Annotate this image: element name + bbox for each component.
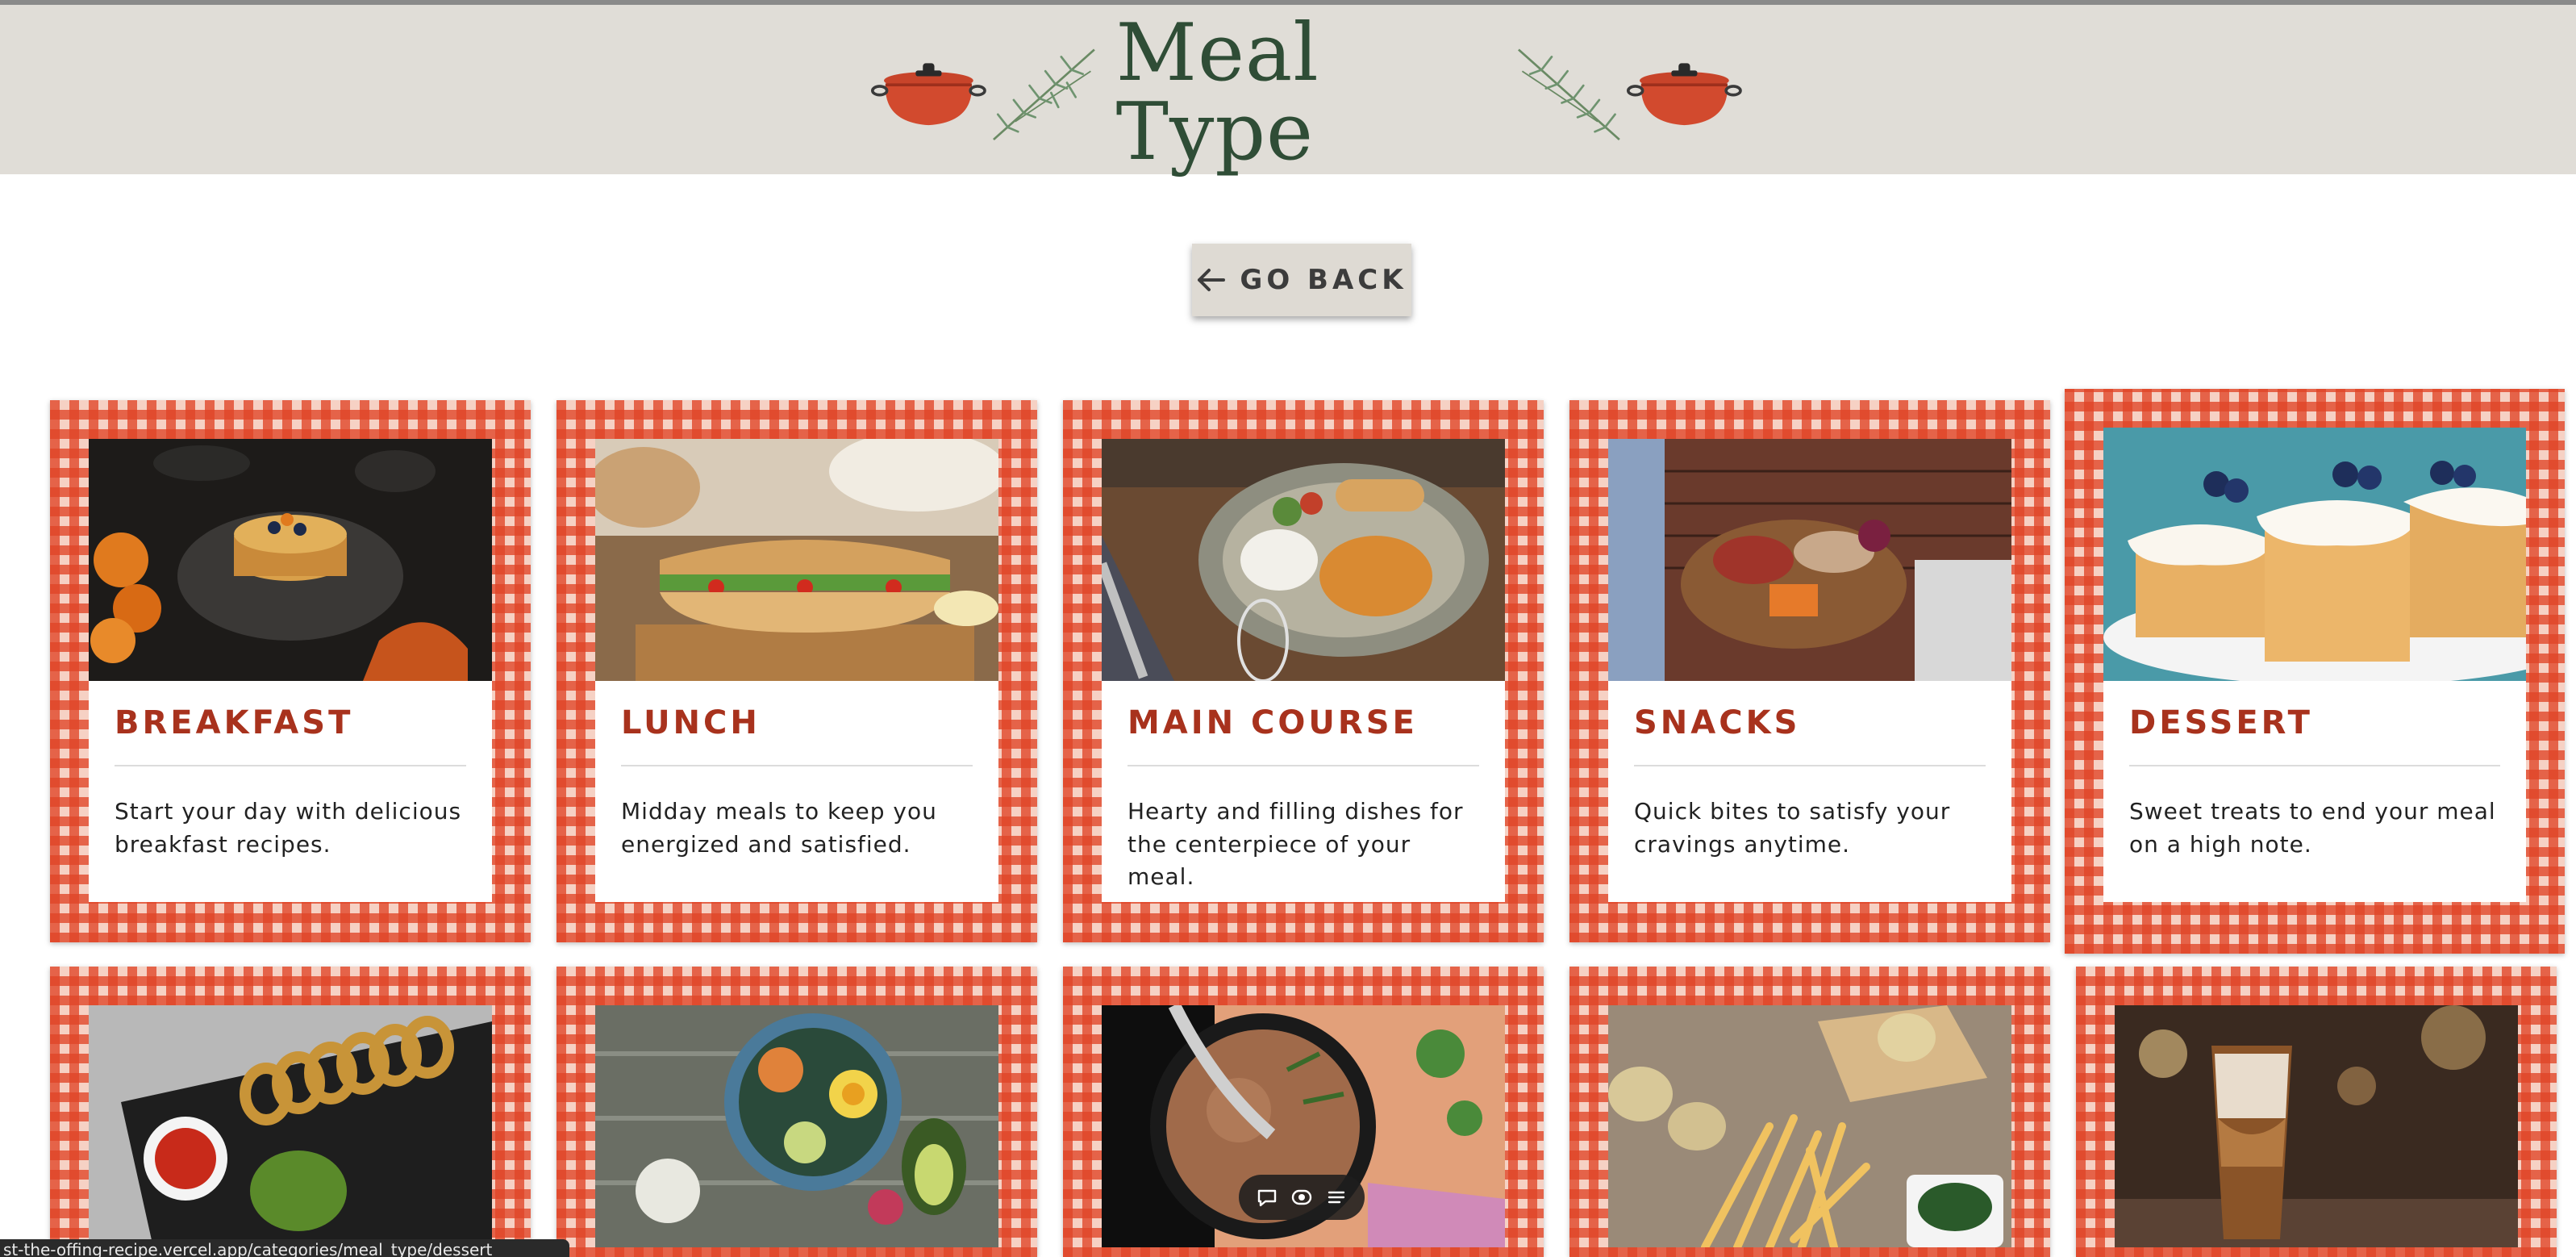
- divider: [115, 765, 466, 766]
- card-content: [2115, 1005, 2518, 1247]
- card-content: MAIN COURSE Hearty and filling dishes fo…: [1102, 439, 1505, 902]
- category-card[interactable]: [1569, 967, 2050, 1257]
- card-title: DESSERT: [2129, 704, 2313, 741]
- charcuterie-photo: [1608, 439, 2011, 681]
- go-back-button[interactable]: GO BACK: [1192, 244, 1411, 316]
- image-toolbar: [1239, 1175, 1365, 1220]
- pancakes-photo: [89, 439, 492, 681]
- category-card-snacks[interactable]: SNACKS Quick bites to satisfy your cravi…: [1569, 400, 2050, 942]
- page-title: Meal Type: [1115, 7, 1319, 178]
- category-card-lunch[interactable]: LUNCH Midday meals to keep you energized…: [556, 400, 1037, 942]
- status-bar-url: st-the-offing-recipe.vercel.app/categori…: [0, 1239, 569, 1257]
- card-body: DESSERT Sweet treats to end your meal on…: [2103, 681, 2526, 902]
- blueberry-cakes-photo: [2103, 428, 2526, 681]
- go-back-label: GO BACK: [1240, 264, 1407, 296]
- card-body: BREAKFAST Start your day with delicious …: [89, 681, 492, 902]
- card-content: BREAKFAST Start your day with delicious …: [89, 439, 492, 902]
- header-title-group: Meal Type: [871, 14, 1742, 172]
- category-card-dessert[interactable]: DESSERT Sweet treats to end your meal on…: [2065, 389, 2565, 954]
- card-body: SNACKS Quick bites to satisfy your cravi…: [1608, 681, 2011, 902]
- card-description: Quick bites to satisfy your cravings any…: [1634, 798, 1951, 858]
- card-description: Midday meals to keep you energized and s…: [621, 798, 937, 858]
- dutch-oven-icon: [871, 63, 986, 126]
- card-content: LUNCH Midday meals to keep you energized…: [595, 439, 998, 902]
- divider: [1634, 765, 1986, 766]
- rosemary-sprig-icon: [992, 48, 1095, 141]
- iced-coffee-photo: [2115, 1005, 2518, 1247]
- card-description: Start your day with delicious breakfast …: [115, 798, 462, 858]
- divider: [621, 765, 973, 766]
- dutch-oven-icon: [1627, 63, 1742, 126]
- category-card[interactable]: [2076, 967, 2557, 1257]
- card-body: MAIN COURSE Hearty and filling dishes fo…: [1102, 681, 1505, 902]
- card-title: LUNCH: [621, 704, 761, 741]
- fries-photo: [1608, 1005, 2011, 1247]
- card-description: Sweet treats to end your meal on a high …: [2129, 798, 2496, 858]
- plated-meal-photo: [1102, 439, 1505, 681]
- category-card-breakfast[interactable]: BREAKFAST Start your day with delicious …: [50, 400, 531, 942]
- card-content: [89, 1005, 492, 1247]
- eye-icon[interactable]: [1290, 1186, 1313, 1209]
- category-card-main-course[interactable]: MAIN COURSE Hearty and filling dishes fo…: [1063, 400, 1544, 942]
- card-content: DESSERT Sweet treats to end your meal on…: [2103, 428, 2526, 902]
- card-title: MAIN COURSE: [1128, 704, 1418, 741]
- card-title: SNACKS: [1634, 704, 1801, 741]
- card-content: [1608, 1005, 2011, 1247]
- sandwich-photo: [595, 439, 998, 681]
- card-content: SNACKS Quick bites to satisfy your cravi…: [1608, 439, 2011, 902]
- card-body: LUNCH Midday meals to keep you energized…: [595, 681, 998, 902]
- arrow-left-icon: [1198, 269, 1226, 291]
- rosemary-sprig-icon: [1518, 48, 1621, 141]
- divider: [1128, 765, 1479, 766]
- card-content: [595, 1005, 998, 1247]
- card-description: Hearty and filling dishes for the center…: [1128, 798, 1464, 891]
- divider: [2129, 765, 2500, 766]
- card-title: BREAKFAST: [115, 704, 354, 741]
- category-card[interactable]: [50, 967, 531, 1257]
- page-header: Meal Type: [0, 0, 2576, 174]
- menu-icon[interactable]: [1325, 1186, 1348, 1209]
- salad-bowl-photo: [595, 1005, 998, 1247]
- category-card[interactable]: [556, 967, 1037, 1257]
- comment-icon[interactable]: [1256, 1186, 1278, 1209]
- onion-rings-photo: [89, 1005, 492, 1247]
